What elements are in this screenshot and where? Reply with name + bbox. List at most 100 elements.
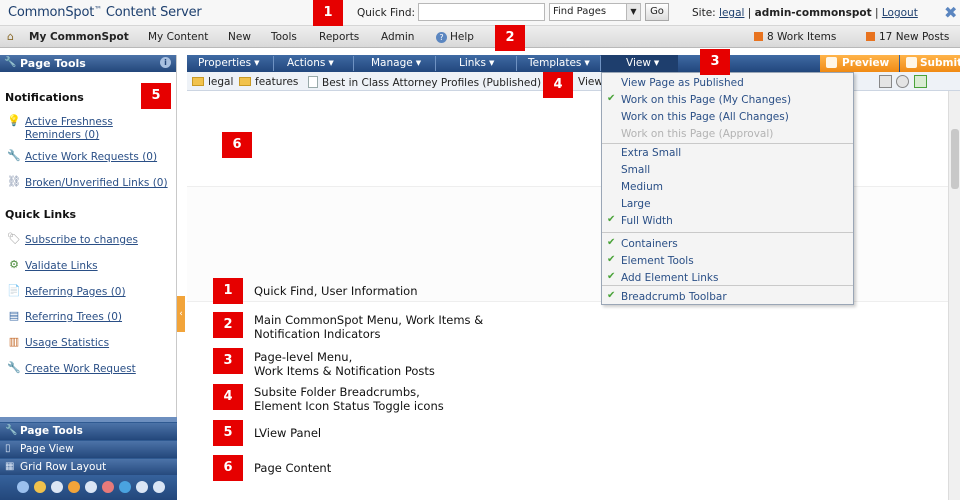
work-items-indicator[interactable]: 8 Work Items bbox=[754, 31, 836, 43]
menu-view[interactable]: View ▼ bbox=[601, 55, 678, 72]
legend-line: Page-level Menu, bbox=[254, 350, 353, 364]
menu-reports[interactable]: Reports bbox=[319, 31, 359, 43]
gear-icon[interactable] bbox=[896, 75, 909, 88]
menu-links[interactable]: Links ▼ bbox=[459, 57, 494, 69]
view-dropdown-menu: View Page as Published ✔ Work on this Page… bbox=[601, 72, 854, 305]
menu-my-content[interactable]: My Content bbox=[148, 31, 208, 43]
freshness-reminders-link[interactable]: Reminders (0) bbox=[25, 129, 99, 142]
folder-icon bbox=[239, 77, 251, 86]
upload-icon[interactable] bbox=[119, 481, 131, 493]
menu-properties[interactable]: Properties ▼ bbox=[198, 57, 259, 69]
lview-icon-bar bbox=[0, 475, 177, 500]
menu-help[interactable]: ? Help bbox=[436, 31, 474, 43]
view-menu-item[interactable]: ✔ Work on this Page (My Changes) bbox=[602, 92, 853, 109]
add-element-icon[interactable] bbox=[914, 75, 927, 88]
menu-templates-label: Templates bbox=[528, 57, 582, 69]
lview-header: 🔧 Page Tools i bbox=[0, 55, 176, 72]
menu-manage-label: Manage bbox=[371, 57, 413, 69]
referring-pages-link[interactable]: Referring Pages (0) bbox=[25, 286, 126, 299]
menu-manage[interactable]: Manage ▼ bbox=[371, 57, 421, 69]
menu-divider bbox=[602, 285, 853, 286]
view-menu-item[interactable]: ✔ Element Tools bbox=[602, 253, 853, 270]
chevron-down-icon: ▼ bbox=[626, 4, 640, 20]
view-menu-item[interactable]: View Page as Published bbox=[602, 75, 853, 92]
page-label: Best in Class Attorney Profiles (Publish… bbox=[322, 77, 542, 89]
home-icon[interactable]: ⌂ bbox=[7, 30, 19, 43]
view-menu-item[interactable]: ✔ Breadcrumb Toolbar bbox=[602, 289, 853, 306]
element-status-toggle-icon[interactable] bbox=[879, 75, 892, 88]
scroll-thumb[interactable] bbox=[951, 129, 959, 189]
menu-separator bbox=[516, 56, 517, 71]
active-work-requests-link[interactable]: Active Work Requests (0) bbox=[25, 151, 157, 164]
main-menu-bar: ⌂ My CommonSpot My Content New Tools Rep… bbox=[0, 26, 960, 48]
tab-page-tools[interactable]: 🔧 Page Tools bbox=[0, 422, 177, 440]
create-work-request-link[interactable]: Create Work Request bbox=[25, 363, 136, 376]
new-posts-indicator[interactable]: 17 New Posts bbox=[866, 31, 949, 43]
users-icon[interactable] bbox=[34, 481, 46, 493]
history-icon[interactable] bbox=[68, 481, 80, 493]
view-menu-item[interactable]: ✔ Containers bbox=[602, 236, 853, 253]
menu-my-commonspot[interactable]: My CommonSpot bbox=[29, 31, 129, 43]
tab-grid-row-layout-label: Grid Row Layout bbox=[20, 461, 107, 473]
site-link[interactable]: legal bbox=[719, 7, 744, 19]
comment-icon[interactable] bbox=[85, 481, 97, 493]
breadcrumb-view[interactable]: View bbox=[578, 76, 603, 88]
menu-admin[interactable]: Admin bbox=[381, 31, 414, 43]
logout-link[interactable]: Logout bbox=[882, 7, 918, 19]
view-menu-item-label: Work on this Page (Approval) bbox=[621, 128, 774, 140]
lview-panel: 🔧 Page Tools i Notifications 💡 Active Fr… bbox=[0, 55, 177, 500]
find-type-select[interactable]: Find Pages ▼ bbox=[549, 3, 641, 21]
wrench-icon: 🔧 bbox=[5, 425, 18, 436]
submit-button[interactable]: Submit bbox=[900, 55, 960, 72]
checkmark-icon: ✔ bbox=[607, 271, 616, 282]
vertical-scrollbar[interactable] bbox=[948, 91, 960, 500]
checkmark-icon: ✔ bbox=[607, 290, 616, 301]
subscribe-link[interactable]: Subscribe to changes bbox=[25, 234, 138, 247]
page-icon: ▯ bbox=[5, 443, 11, 454]
chevron-down-icon: ▼ bbox=[653, 59, 660, 67]
lview-title: Page Tools bbox=[20, 57, 86, 70]
find-type-value: Find Pages bbox=[553, 6, 607, 17]
view-menu-item[interactable]: Work on this Page (All Changes) bbox=[602, 109, 853, 126]
broken-links-link[interactable]: Broken/Unverified Links (0) bbox=[25, 177, 168, 190]
notifications-heading: Notifications bbox=[5, 91, 84, 104]
menu-properties-label: Properties bbox=[198, 57, 252, 69]
collapse-panel-handle[interactable]: ‹ bbox=[177, 296, 185, 332]
view-menu-item[interactable]: Small bbox=[602, 162, 853, 179]
wrench-icon: 🔧 bbox=[4, 57, 17, 68]
info-icon[interactable]: i bbox=[160, 57, 171, 68]
go-button[interactable]: Go bbox=[645, 3, 669, 21]
quick-find-input[interactable] bbox=[418, 3, 545, 21]
menu-new[interactable]: New bbox=[228, 31, 251, 43]
legend-line: Page Content bbox=[254, 461, 332, 475]
view-menu-item[interactable]: Extra Small bbox=[602, 145, 853, 162]
view-menu-item[interactable]: Large bbox=[602, 196, 853, 213]
menu-divider bbox=[602, 143, 853, 144]
breadcrumb-page[interactable]: Best in Class Attorney Profiles (Publish… bbox=[308, 76, 541, 89]
search-icon[interactable] bbox=[136, 481, 148, 493]
view-menu-item[interactable]: Medium bbox=[602, 179, 853, 196]
view-menu-item[interactable]: ✔ Full Width bbox=[602, 213, 853, 230]
menu-templates[interactable]: Templates ▼ bbox=[528, 57, 590, 69]
tab-page-view[interactable]: ▯ Page View bbox=[0, 440, 177, 458]
layout-icon[interactable] bbox=[51, 481, 63, 493]
tab-page-tools-label: Page Tools bbox=[20, 425, 83, 437]
breadcrumb-folder-features[interactable]: features bbox=[239, 76, 298, 88]
chain-link-icon: ⛓ bbox=[7, 175, 21, 188]
menu-links-label: Links bbox=[459, 57, 486, 69]
bookmark-icon[interactable] bbox=[102, 481, 114, 493]
close-icon[interactable]: ✖ bbox=[944, 3, 957, 22]
preview-button[interactable]: Preview bbox=[820, 55, 899, 72]
legend-description: Main CommonSpot Menu, Work Items & Notifi… bbox=[254, 313, 483, 341]
info-icon[interactable] bbox=[17, 481, 29, 493]
referring-trees-link[interactable]: Referring Trees (0) bbox=[25, 311, 122, 324]
usage-statistics-link[interactable]: Usage Statistics bbox=[25, 337, 109, 350]
tab-grid-row-layout[interactable]: ▦ Grid Row Layout bbox=[0, 458, 177, 476]
validate-links-link[interactable]: Validate Links bbox=[25, 260, 98, 273]
settings-icon[interactable] bbox=[153, 481, 165, 493]
active-freshness-link[interactable]: Active Freshness bbox=[25, 116, 113, 129]
breadcrumb-folder-legal[interactable]: legal bbox=[192, 76, 233, 88]
menu-actions[interactable]: Actions ▼ bbox=[287, 57, 334, 69]
menu-separator bbox=[353, 56, 354, 71]
menu-tools[interactable]: Tools bbox=[271, 31, 297, 43]
